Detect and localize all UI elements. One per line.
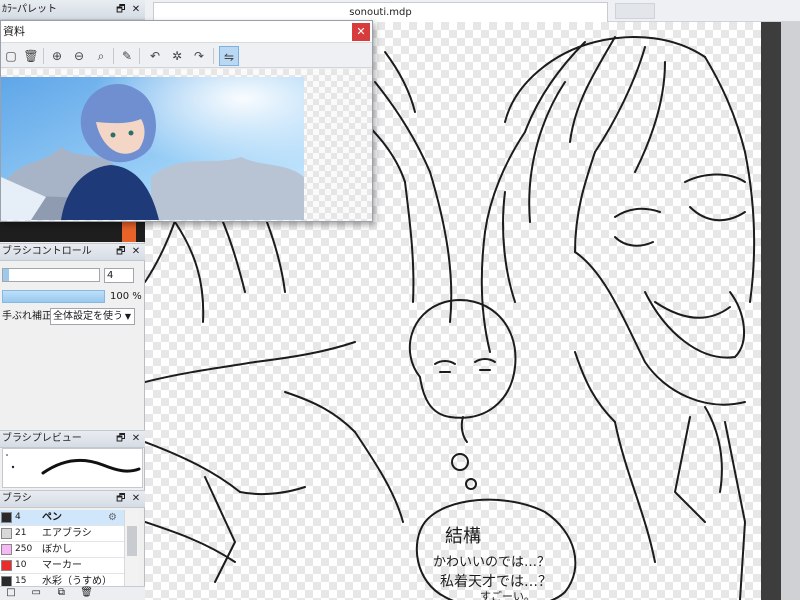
close-panel-icon[interactable]: ✕ (130, 491, 142, 507)
rotate-reset-icon[interactable]: ✲ (167, 46, 187, 66)
panel-title: ｶﾗｰパレット (2, 4, 57, 15)
rotate-left-icon[interactable]: ↶ (145, 46, 165, 66)
panel-header-brush-control[interactable]: ブラシコントロール 🗗 ✕ (0, 243, 145, 261)
brush-color-swatch (1, 512, 12, 523)
eyedropper-icon[interactable]: ✎ (117, 46, 137, 66)
reference-window-titlebar[interactable]: 資料 ✕ (1, 21, 372, 43)
delete-icon[interactable]: 🗑 (21, 46, 41, 66)
toolbar-separator (213, 48, 214, 64)
handwritten-line-2: かわいいのでは…？ (433, 555, 550, 570)
brush-name-label: マーカー (42, 560, 82, 571)
float-panel-icon[interactable]: 🗗 (115, 0, 127, 19)
handwritten-line-3: 私着天才では…？ (440, 574, 552, 590)
brush-stroke-preview (6, 454, 141, 475)
tab-strip-button[interactable] (615, 3, 655, 19)
close-button[interactable]: ✕ (352, 23, 370, 41)
panel-header-brush[interactable]: ブラシ 🗗 ✕ (0, 490, 145, 508)
new-icon[interactable]: ▢ (1, 46, 21, 66)
float-panel-icon[interactable]: 🗗 (115, 431, 127, 447)
vertical-scrollbar[interactable] (781, 22, 800, 600)
brush-list-item[interactable]: 21 エアブラシ (0, 526, 124, 542)
float-panel-icon[interactable]: 🗗 (115, 244, 127, 260)
flip-icon[interactable]: ⇋ (219, 46, 239, 66)
brush-size-label: 10 (15, 560, 27, 570)
brush-size-slider[interactable] (2, 268, 100, 282)
brush-size-input[interactable]: 4 (104, 268, 134, 283)
scrollbar-thumb[interactable] (127, 526, 137, 556)
brush-color-swatch (1, 576, 12, 586)
brush-name-label: 水彩（うすめ） (42, 576, 112, 586)
brush-size-label: 21 (15, 528, 27, 538)
chevron-down-icon: ▼ (124, 312, 131, 321)
brush-list: 4 ペン ⚙ 21 エアブラシ 250 ぼかし 10 マーカー 15 水彩（うすめ） (0, 510, 124, 586)
panel-title: ブラシプレビュー (2, 433, 82, 444)
gear-icon[interactable]: ⚙ (108, 510, 117, 525)
brush-name-label: ぼかし (42, 544, 72, 555)
toolbar-separator (113, 48, 114, 64)
document-tab[interactable]: sonouti.mdp (153, 2, 608, 22)
brush-size-label: 15 (15, 576, 27, 586)
brush-color-swatch (1, 560, 12, 571)
close-panel-icon[interactable]: ✕ (130, 431, 142, 447)
stabilizer-select[interactable]: 全体設定を使う ▼ (50, 308, 135, 325)
reference-window-title: 資料 (3, 25, 25, 38)
reference-window: 資料 ✕ ▢ 🗑 ⊕ ⊖ ⌕ ✎ ↶ ✲ ↷ ⇋ (0, 20, 373, 222)
panel-header-brush-preview[interactable]: ブラシプレビュー 🗗 ✕ (0, 430, 145, 448)
rotate-right-icon[interactable]: ↷ (189, 46, 209, 66)
close-panel-icon[interactable]: ✕ (130, 0, 142, 19)
zoom-out-icon[interactable]: ⊖ (69, 46, 89, 66)
close-panel-icon[interactable]: ✕ (130, 244, 142, 260)
brush-opacity-value: 100 % (110, 291, 142, 302)
panel-title: ブラシコントロール (2, 246, 92, 257)
handwritten-line-1: 結構 (445, 526, 481, 547)
zoom-reset-icon[interactable]: ⌕ (91, 46, 111, 66)
brush-name-label: エアブラシ (42, 528, 92, 539)
reference-toolbar: ▢ 🗑 ⊕ ⊖ ⌕ ✎ ↶ ✲ ↷ ⇋ (1, 44, 372, 68)
reference-image (1, 77, 304, 220)
toolbar-separator (43, 48, 44, 64)
toolbar-separator (139, 48, 140, 64)
brush-color-swatch (1, 544, 12, 555)
panel-title: ブラシ (2, 493, 32, 504)
brush-list-scrollbar[interactable] (124, 510, 139, 586)
brush-preview-box (2, 448, 143, 488)
brush-name-label: ペン (42, 512, 62, 523)
brush-size-label: 250 (15, 544, 33, 554)
copy-icon[interactable]: ⧉ (50, 587, 72, 599)
brush-opacity-slider[interactable] (2, 290, 105, 303)
reference-image-area[interactable] (1, 69, 372, 221)
handwritten-line-4: すごーい。 (480, 589, 535, 600)
brush-list-item[interactable]: 250 ぼかし (0, 542, 124, 558)
brush-size-fill (3, 269, 9, 281)
zoom-in-icon[interactable]: ⊕ (47, 46, 67, 66)
new-brush-icon[interactable]: □ (0, 587, 22, 599)
brush-panel-footer: □ ▭ ⧉ 🗑 (0, 586, 145, 600)
brush-list-item[interactable]: 10 マーカー (0, 558, 124, 574)
color-swatch-orange[interactable] (122, 222, 136, 242)
float-panel-icon[interactable]: 🗗 (115, 491, 127, 507)
brush-color-swatch (1, 528, 12, 539)
panel-header-color-palette[interactable]: ｶﾗｰパレット 🗗 ✕ (0, 0, 145, 20)
canvas-outside-area (761, 22, 781, 600)
stabilizer-select-value: 全体設定を使う (53, 311, 123, 322)
brush-list-item[interactable]: 4 ペン ⚙ (0, 510, 124, 526)
document-tab-strip: sonouti.mdp (145, 0, 800, 22)
brush-list-item[interactable]: 15 水彩（うすめ） (0, 574, 124, 586)
brush-size-label: 4 (15, 512, 21, 522)
stabilizer-label: 手ぶれ補正 (2, 311, 52, 322)
folder-icon[interactable]: ▭ (25, 587, 47, 599)
trash-icon[interactable]: 🗑 (76, 587, 98, 599)
